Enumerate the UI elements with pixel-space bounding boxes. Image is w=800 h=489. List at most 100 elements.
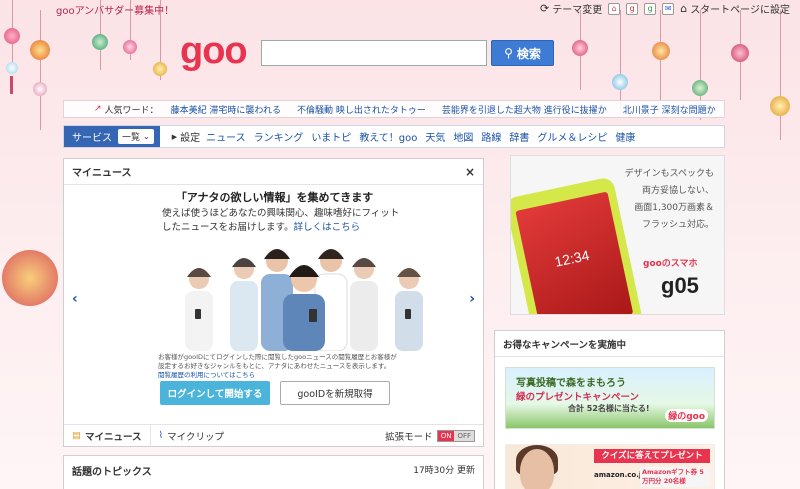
banner1-line2: 緑のプレゼントキャンペーン <box>516 392 640 403</box>
phone-image: 12:34 <box>511 176 644 314</box>
mynews-note: お客様がgooIDにてログインした際に閲覧したgooニュースの閲覧履歴とお客様が… <box>158 353 398 380</box>
service-link-dictionary[interactable]: 辞書 <box>509 129 529 144</box>
trend-icon: ↗ <box>94 104 102 114</box>
mail-icon[interactable]: ✉ <box>662 2 675 15</box>
toggle-on: ON <box>437 430 455 441</box>
search-input[interactable] <box>261 40 487 66</box>
campaign-banner-quiz[interactable]: クイズに答えてプレゼント amazon.co.jp Amazonギフト券 5万円… <box>505 444 715 489</box>
banner1-line3: 合計 52名様に当たる! <box>568 404 650 413</box>
close-icon[interactable]: × <box>465 165 475 179</box>
extended-mode-toggle[interactable]: ON OFF <box>436 429 475 442</box>
banner2-gift: Amazonギフト券 5万円分 20名様 <box>640 467 710 487</box>
ad-copy-line-1: デザインもスペックも <box>624 169 714 179</box>
tab-myclip-label: マイクリップ <box>167 431 224 443</box>
set-home-label: スタートページに設定 <box>690 5 790 16</box>
popular-word-3[interactable]: 芸能界を引退した超大物 進行役に抜擢か <box>442 103 607 116</box>
triangle-right-icon: ▶ <box>171 132 178 141</box>
goo-g-icon-red[interactable]: g <box>626 2 639 15</box>
campaign-banner-forest[interactable]: 写真投稿で森をまもろう 緑のプレゼントキャンペーン 合計 52名様に当たる! 緑… <box>505 367 715 429</box>
theme-change-label: テーマ変更 <box>552 5 603 16</box>
ad-copy: デザインもスペックも 両方妥協しない、 画面1,300万画素＆ フラッシュ対応。 <box>625 166 714 234</box>
mynews-heading: 「アナタの欲しい情報」を集めてきます <box>175 191 374 204</box>
mynews-panel: マイニュース × 「アナタの欲しい情報」を集めてきます 使えば使うほどあなたの興… <box>63 158 484 447</box>
goo-logo[interactable]: goo <box>180 30 248 73</box>
popular-words-bar: ↗ 人気ワード： 藤本美紀 滞宅時に襲われる 不倫騒動 映し出されたタトゥー 芸… <box>63 100 725 118</box>
service-bar: サービス 一覧 ⌄ ▶ 設定 ニュース ランキング いまトピ 教えて！goo 天… <box>63 125 725 148</box>
extended-mode: 拡張モード ON OFF <box>385 429 483 443</box>
service-link-map[interactable]: 地図 <box>453 129 473 144</box>
topics-update-time: 17時30分 更新 <box>413 466 475 476</box>
banner2-amazon: amazon.co.jp <box>594 471 647 479</box>
mynews-title: マイニュース <box>72 168 132 179</box>
tab-myclip[interactable]: ⌇ マイクリップ <box>151 429 232 443</box>
chevron-right-icon[interactable]: › <box>469 291 475 307</box>
ad-brand: gooのスマホ <box>643 259 698 269</box>
phone-screen-time: 12:34 <box>553 246 591 270</box>
top-bar: gooアンバサダー募集中！ ⟳ テーマ変更 ⌂ g g ✉ ⌂ スタートページに… <box>0 0 800 17</box>
topics-panel: 話題のトピックス 17時30分 更新 <box>63 455 484 489</box>
people-illustration <box>185 249 423 351</box>
toggle-off: OFF <box>454 430 474 441</box>
service-link-gourmet[interactable]: グルメ＆レシピ <box>537 129 607 144</box>
service-link-imatopi[interactable]: いまトピ <box>311 129 351 144</box>
ad-copy-line-4: フラッシュ対応。 <box>641 220 714 230</box>
ambassador-link[interactable]: gooアンバサダー募集中！ <box>56 2 174 17</box>
house-icon[interactable]: ⌂ <box>608 2 621 15</box>
gooid-register-button[interactable]: gooIDを新規取得 <box>280 381 390 405</box>
search-button-label: 検索 <box>516 46 541 61</box>
banner1-line1: 写真投稿で森をまもろう <box>516 378 626 389</box>
goo-g-icon-green[interactable]: g <box>644 2 657 15</box>
login-start-button[interactable]: ログインして開始する <box>160 381 270 405</box>
service-link-ranking[interactable]: ランキング <box>254 129 304 144</box>
service-link-weather[interactable]: 天気 <box>425 129 445 144</box>
service-link-oshiete[interactable]: 教えて！goo <box>359 129 417 144</box>
search-button[interactable]: ⚲ 検索 <box>491 40 554 66</box>
service-select-value: 一覧 <box>122 133 141 143</box>
mynews-note-text: お客様がgooIDにてログインした際に閲覧したgooニュースの閲覧履歴とお客様が… <box>158 353 397 370</box>
topics-title: 話題のトピックス <box>72 467 152 478</box>
chevron-down-icon: ⌄ <box>143 132 150 141</box>
tab-mynews-label: マイニュース <box>84 431 142 443</box>
service-settings-button[interactable]: ▶ 設定 <box>171 129 201 145</box>
service-link-transit[interactable]: 路線 <box>481 129 501 144</box>
service-settings-label: 設定 <box>180 133 201 144</box>
newspaper-icon: ▤ <box>72 430 81 441</box>
clip-icon: ⌇ <box>158 430 164 441</box>
popular-word-1[interactable]: 藤本美紀 滞宅時に襲われる <box>171 103 281 116</box>
popular-words-label: 人気ワード： <box>104 105 159 116</box>
service-label: サービス <box>72 133 112 144</box>
banner1-logo: 緑のgoo <box>665 409 708 422</box>
decoration-left <box>0 0 60 306</box>
decoration-right <box>560 0 800 140</box>
extended-mode-label: 拡張モード <box>385 431 433 443</box>
set-home-button[interactable]: ⌂ スタートページに設定 <box>680 1 790 16</box>
service-label-block: サービス 一覧 ⌄ <box>64 126 160 147</box>
tab-mynews[interactable]: ▤ マイニュース <box>64 425 151 446</box>
ad-copy-line-3: 画面1,300万画素＆ <box>634 203 714 213</box>
refresh-icon: ⟳ <box>539 2 550 15</box>
search-icon: ⚲ <box>504 46 513 60</box>
smartphone-ad[interactable]: 12:34 デザインもスペックも 両方妥協しない、 画面1,300万画素＆ フラ… <box>510 155 725 315</box>
mynews-description-text: 使えば使うほどあなたの興味関心、趣味嗜好にフィットしたニュースをお届けします。 <box>162 208 400 233</box>
service-link-health[interactable]: 健康 <box>615 129 635 144</box>
service-list-select[interactable]: 一覧 ⌄ <box>118 129 154 144</box>
ad-model: g05 <box>661 273 699 298</box>
banner2-head: クイズに答えてプレゼント <box>594 449 710 463</box>
mynews-header: マイニュース × <box>64 159 483 185</box>
mynews-description: 使えば使うほどあなたの興味関心、趣味嗜好にフィットしたニュースをお届けします。詳… <box>162 207 402 235</box>
history-usage-link[interactable]: 閲覧履歴の利用についてはこちら <box>158 371 255 379</box>
campaign-panel: お得なキャンペーンを実施中 写真投稿で森をまもろう 緑のプレゼントキャンペーン … <box>494 330 725 489</box>
top-right-tools: ⟳ テーマ変更 ⌂ g g ✉ ⌂ スタートページに設定 <box>540 1 790 16</box>
theme-change-button[interactable]: ⟳ テーマ変更 <box>540 1 602 16</box>
campaign-title: お得なキャンペーンを実施中 <box>495 331 724 357</box>
mynews-detail-link[interactable]: 詳しくはこちら <box>294 222 361 233</box>
mynews-footer: ▤ マイニュース ⌇ マイクリップ 拡張モード ON OFF <box>64 424 483 446</box>
woman-face <box>520 449 554 489</box>
chevron-left-icon[interactable]: ‹ <box>72 291 78 307</box>
popular-word-2[interactable]: 不倫騒動 映し出されたタトゥー <box>297 103 426 116</box>
ad-copy-line-2: 両方妥協しない、 <box>641 186 714 196</box>
home-icon: ⌂ <box>680 2 688 15</box>
phone-screen: 12:34 <box>515 191 634 314</box>
service-link-news[interactable]: ニュース <box>206 129 246 144</box>
popular-word-4[interactable]: 北川景子 深刻な問題か <box>623 103 716 116</box>
